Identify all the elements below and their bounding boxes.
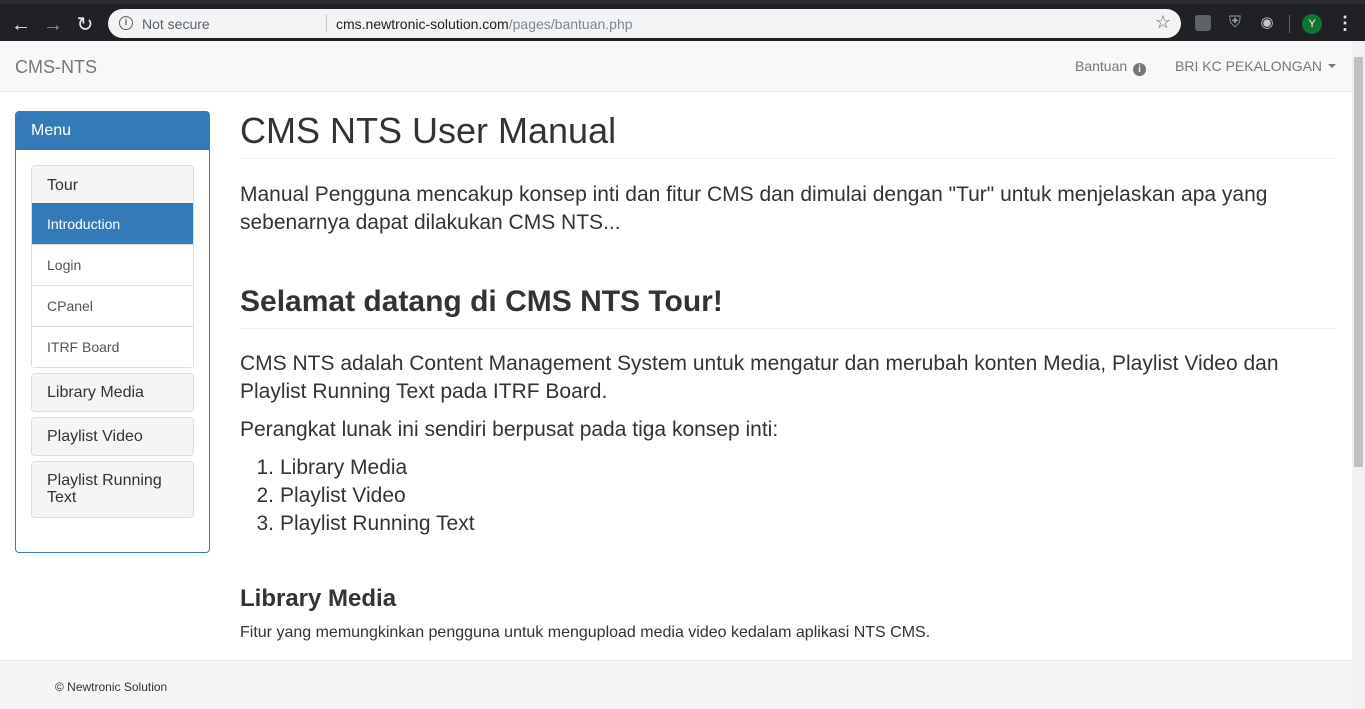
divider bbox=[240, 328, 1336, 329]
menu-item-cpanel[interactable]: CPanel bbox=[32, 285, 193, 326]
user-dropdown[interactable]: BRI KC PEKALONGAN bbox=[1175, 58, 1337, 74]
url-text[interactable]: cms.newtronic-solution.com/pages/bantuan… bbox=[336, 16, 633, 32]
sidebar-menu-panel: Menu Tour Introduction Login CPanel ITRF… bbox=[15, 111, 210, 553]
menu-group-library-media: Library Media bbox=[31, 373, 194, 412]
concept-label: Library Media bbox=[280, 456, 408, 479]
back-icon[interactable]: ← bbox=[8, 12, 34, 38]
divider bbox=[240, 158, 1336, 159]
subsection-title: Library Media bbox=[240, 585, 397, 612]
scrollbar-thumb[interactable] bbox=[1354, 57, 1363, 467]
info-circle-icon: i bbox=[1133, 63, 1147, 76]
url-host: cms.newtronic-solution.com bbox=[336, 16, 509, 32]
concept-label: Playlist Video bbox=[280, 484, 406, 507]
profile-avatar[interactable]: Y bbox=[1302, 14, 1322, 34]
footer: © Newtronic Solution bbox=[0, 660, 1352, 709]
panel-title: Menu bbox=[16, 112, 209, 150]
browser-toolbar: ← → ↻ i Not secure cms.newtronic-solutio… bbox=[0, 0, 1365, 41]
help-link[interactable]: Bantuan i bbox=[1075, 58, 1147, 76]
shield-extension-icon[interactable]: ⛨ bbox=[1227, 15, 1243, 31]
caret-down-icon bbox=[1328, 64, 1337, 68]
site-navbar: CMS-NTS Bantuan i BRI KC PEKALONGAN bbox=[0, 41, 1352, 92]
user-label: BRI KC PEKALONGAN bbox=[1175, 58, 1323, 74]
divider bbox=[1289, 15, 1290, 33]
menu-group-playlist-video: Playlist Video bbox=[31, 417, 194, 456]
copyright-text: © Newtronic Solution bbox=[55, 680, 168, 694]
bookmark-star-icon[interactable]: ☆ bbox=[1155, 12, 1171, 33]
brand-link[interactable]: CMS-NTS bbox=[15, 57, 97, 78]
main-content: CMS NTS User Manual Manual Pengguna menc… bbox=[240, 92, 1336, 641]
page-title: CMS NTS User Manual bbox=[240, 110, 617, 151]
camera-extension-icon[interactable]: ◉ bbox=[1259, 15, 1275, 31]
help-label: Bantuan bbox=[1075, 58, 1128, 74]
list-item: 3. Playlist Running Text bbox=[240, 510, 475, 538]
list-item: 2. Playlist Video bbox=[240, 482, 475, 510]
concepts-intro: Perangkat lunak ini sendiri berpusat pad… bbox=[240, 418, 779, 441]
more-menu-icon[interactable]: ⋮ bbox=[1336, 13, 1354, 33]
menu-item-itrf-board[interactable]: ITRF Board bbox=[32, 326, 193, 367]
divider bbox=[326, 15, 327, 32]
menu-groups: Tour Introduction Login CPanel ITRF Boar… bbox=[31, 165, 194, 523]
menu-group-title-tour[interactable]: Tour bbox=[32, 166, 193, 203]
menu-item-login[interactable]: Login bbox=[32, 244, 193, 285]
menu-group-title-library-media[interactable]: Library Media bbox=[32, 374, 193, 411]
menu-group-title-playlist-video[interactable]: Playlist Video bbox=[32, 418, 193, 455]
reload-icon[interactable]: ↻ bbox=[72, 12, 98, 38]
concept-label: Playlist Running Text bbox=[280, 512, 475, 535]
list-item: 1. Library Media bbox=[240, 454, 475, 482]
menu-group-tour: Tour Introduction Login CPanel ITRF Boar… bbox=[31, 165, 194, 368]
info-icon[interactable]: i bbox=[119, 16, 133, 30]
security-label[interactable]: Not secure bbox=[142, 16, 210, 32]
address-bar[interactable]: i Not secure cms.newtronic-solution.com/… bbox=[108, 9, 1181, 38]
menu-group-playlist-running-text: Playlist Running Text bbox=[31, 461, 194, 518]
menu-item-introduction[interactable]: Introduction bbox=[32, 203, 193, 244]
subsection-text: Fitur yang memungkinkan pengguna untuk m… bbox=[240, 624, 931, 641]
forward-icon[interactable]: → bbox=[40, 12, 66, 38]
section-title: Selamat datang di CMS NTS Tour! bbox=[240, 285, 723, 318]
lead-paragraph: Manual Pengguna mencakup konsep inti dan… bbox=[240, 183, 1268, 234]
intro-paragraph: CMS NTS adalah Content Management System… bbox=[240, 352, 1279, 403]
extension-icon[interactable] bbox=[1195, 15, 1211, 31]
concepts-list: 1. Library Media 2. Playlist Video 3. Playl… bbox=[240, 454, 475, 538]
url-path: /pages/bantuan.php bbox=[508, 16, 633, 32]
menu-group-title-playlist-running-text[interactable]: Playlist Running Text bbox=[32, 462, 193, 517]
